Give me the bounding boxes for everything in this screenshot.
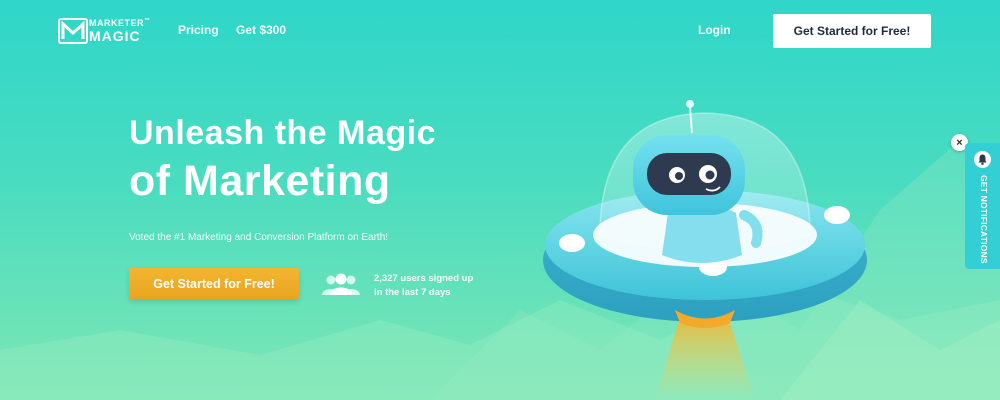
users-signed-up-period: in the last 7 days bbox=[374, 287, 451, 298]
users-group-icon bbox=[322, 273, 360, 295]
bell-icon bbox=[974, 151, 991, 168]
hero-title-line1: Unleash the Magic bbox=[129, 114, 437, 152]
hero-subtitle: Voted the #1 Marketing and Conversion Pl… bbox=[129, 232, 389, 243]
nav-link-pricing[interactable]: Pricing bbox=[178, 23, 219, 37]
users-signed-up-text: 2,327 users signed up in the last 7 days bbox=[374, 272, 494, 300]
nav-link-get-300[interactable]: Get $300 bbox=[236, 23, 286, 37]
top-navigation: MARKETER™ MAGIC Pricing Get $300 Login G… bbox=[0, 0, 1000, 62]
users-signed-up-count: 2,327 users signed up bbox=[374, 273, 474, 284]
get-notifications-label: GET NOTIFICATIONS bbox=[979, 175, 989, 264]
close-icon: × bbox=[956, 136, 963, 149]
logo-text-marketer: MARKETER™ bbox=[89, 18, 151, 28]
logo-text-magic: MAGIC bbox=[89, 28, 141, 44]
robot-ufo-illustration-icon bbox=[543, 100, 867, 400]
nav-get-started-button[interactable]: Get Started for Free! bbox=[773, 14, 931, 48]
logo[interactable]: MARKETER™ MAGIC bbox=[58, 16, 154, 46]
hero-title-line2: of Marketing bbox=[129, 157, 391, 205]
marketer-magic-logo-icon bbox=[58, 18, 88, 44]
nav-link-login[interactable]: Login bbox=[698, 23, 731, 37]
hero-get-started-button[interactable]: Get Started for Free! bbox=[129, 268, 299, 299]
get-notifications-tab[interactable]: GET NOTIFICATIONS bbox=[965, 143, 1000, 269]
hero-title: Unleash the Magic of Marketing bbox=[129, 116, 436, 203]
